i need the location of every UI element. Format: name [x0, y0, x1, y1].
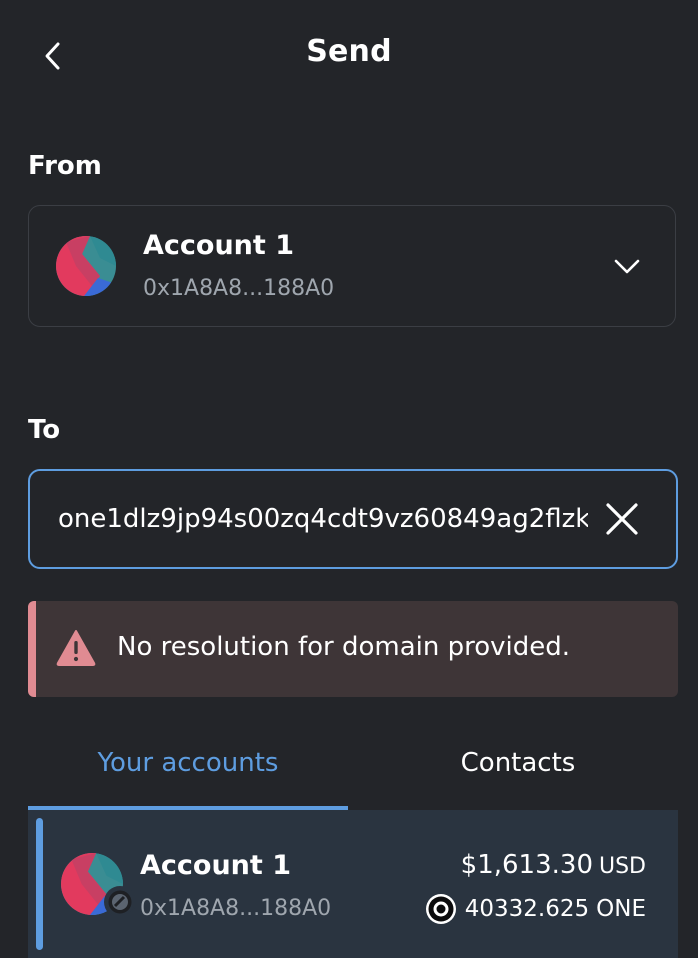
header: Send [0, 0, 698, 110]
from-account-address: 0x1A8A8...188A0 [143, 276, 335, 301]
from-account-name: Account 1 [143, 230, 294, 261]
fiat-amount: $1,613.30 [460, 850, 593, 880]
error-message: No resolution for domain provided. [117, 632, 571, 662]
list-item[interactable]: Account 1 0x1A8A8...188A0 $1,613.30 USD 4… [28, 810, 678, 958]
recipient-field [28, 469, 678, 569]
token-balance: 40332.625 ONE [425, 893, 646, 925]
list-account-name: Account 1 [140, 850, 291, 881]
network-badge-icon [104, 886, 136, 918]
error-accent-bar [28, 601, 36, 697]
chevron-down-icon[interactable] [613, 254, 641, 278]
list-account-address: 0x1A8A8...188A0 [140, 896, 332, 921]
account-avatar [56, 236, 116, 296]
harmony-token-icon [425, 894, 456, 924]
error-banner: No resolution for domain provided. [28, 601, 678, 697]
token-symbol: ONE [596, 896, 646, 922]
to-label: To [28, 415, 61, 445]
from-account-selector[interactable]: Account 1 0x1A8A8...188A0 [28, 205, 676, 327]
selected-indicator [36, 818, 43, 950]
token-amount: 40332.625 [464, 896, 590, 922]
warning-icon [56, 630, 96, 666]
recipient-input[interactable] [58, 471, 588, 567]
tab-contacts[interactable]: Contacts [358, 748, 678, 810]
from-label: From [28, 151, 102, 181]
tab-your-accounts[interactable]: Your accounts [28, 748, 348, 810]
close-icon[interactable] [604, 501, 640, 537]
send-screen: Send From Account 1 0x1A8A8...188A0 To o… [0, 0, 698, 958]
page-title: Send [306, 34, 392, 69]
fiat-currency: USD [598, 854, 646, 879]
fiat-balance: $1,613.30 USD [461, 850, 646, 880]
